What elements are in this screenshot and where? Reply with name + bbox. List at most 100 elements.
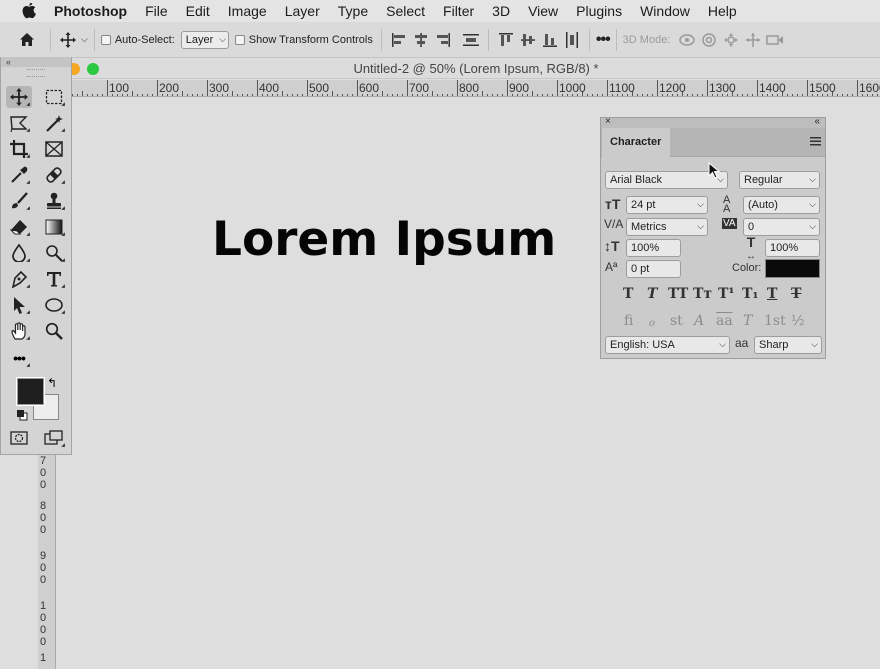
align-center-h-icon[interactable]: [410, 29, 432, 51]
faux-bold-button[interactable]: T: [623, 286, 633, 302]
menu-filter[interactable]: Filter: [434, 0, 483, 22]
healing-brush-tool[interactable]: [41, 164, 67, 186]
text-color-swatch[interactable]: [765, 259, 820, 278]
stylistic-alternates-button[interactable]: aa: [716, 313, 733, 329]
menu-view[interactable]: View: [519, 0, 567, 22]
path-selection-tool[interactable]: [6, 294, 32, 316]
slide-3d-icon[interactable]: [742, 29, 764, 51]
auto-select-dropdown[interactable]: Layer ⌵: [180, 30, 229, 49]
chevron-down-icon[interactable]: ⌵: [81, 34, 88, 45]
faux-italic-button[interactable]: T: [647, 286, 657, 302]
superscript-button[interactable]: T¹: [718, 286, 735, 302]
collapse-panel-icon[interactable]: «: [1, 57, 71, 67]
canvas-text-layer[interactable]: Lorem Ipsum: [212, 212, 556, 267]
leading-field[interactable]: (Auto) ⌵: [743, 196, 820, 214]
character-panel: × « Character Arial Black ⌵ Regular ⌵ ᴛT…: [600, 116, 826, 359]
type-tool[interactable]: [41, 268, 67, 290]
panel-grip[interactable]: [27, 69, 45, 77]
zoom-window-button[interactable]: [87, 63, 99, 75]
swap-colors-icon[interactable]: ↰: [47, 376, 57, 390]
antialias-dropdown[interactable]: Sharp ⌵: [754, 336, 822, 354]
move-tool[interactable]: [6, 86, 32, 108]
menu-window[interactable]: Window: [631, 0, 699, 22]
underline-button[interactable]: T: [767, 286, 777, 302]
titling-alternates-button[interactable]: T: [743, 313, 752, 329]
pan-3d-icon[interactable]: [720, 29, 742, 51]
align-center-v-icon[interactable]: [517, 29, 539, 51]
panel-header[interactable]: × «: [601, 116, 825, 128]
camera-3d-icon[interactable]: [764, 29, 786, 51]
home-icon[interactable]: [16, 29, 38, 51]
horizontal-ruler[interactable]: 100 200 300 400 500 600 700 800 900 1000…: [72, 80, 880, 97]
strikethrough-button[interactable]: T: [791, 286, 801, 302]
old-style-button[interactable]: ℴ: [648, 313, 654, 330]
tracking-icon: VA: [722, 218, 737, 229]
ordinals-button[interactable]: 1st: [764, 313, 786, 329]
clone-stamp-tool[interactable]: [41, 190, 67, 212]
menu-3d[interactable]: 3D: [483, 0, 519, 22]
orbit-3d-icon[interactable]: [676, 29, 698, 51]
language-dropdown[interactable]: English: USA ⌵: [605, 336, 730, 354]
align-top-icon[interactable]: [495, 29, 517, 51]
menu-file[interactable]: File: [136, 0, 177, 22]
discretionary-ligatures-button[interactable]: st: [670, 313, 683, 329]
vertical-scale-field[interactable]: 100%: [626, 239, 681, 257]
hand-tool[interactable]: [6, 320, 32, 342]
edit-toolbar-button[interactable]: •••: [6, 347, 32, 369]
swash-button[interactable]: A: [694, 313, 704, 329]
auto-select-checkbox[interactable]: [100, 34, 111, 45]
zoom-tool[interactable]: [41, 320, 67, 342]
move-tool-preset-icon[interactable]: [57, 29, 79, 51]
quick-mask-button[interactable]: [6, 427, 32, 449]
panel-menu-icon[interactable]: [810, 137, 821, 149]
all-caps-button[interactable]: TT: [668, 286, 688, 302]
align-bottom-icon[interactable]: [539, 29, 561, 51]
tab-character[interactable]: Character: [602, 128, 670, 157]
menu-plugins[interactable]: Plugins: [567, 0, 631, 22]
menu-image[interactable]: Image: [219, 0, 276, 22]
menu-type[interactable]: Type: [329, 0, 377, 22]
small-caps-button[interactable]: Tт: [693, 286, 712, 302]
eyedropper-tool[interactable]: [6, 164, 32, 186]
foreground-color-swatch[interactable]: [16, 377, 45, 406]
baseline-shift-field[interactable]: 0 pt: [626, 260, 681, 278]
menu-help[interactable]: Help: [699, 0, 746, 22]
lasso-tool[interactable]: [6, 112, 32, 134]
font-size-field[interactable]: 24 pt ⌵: [626, 196, 708, 214]
pen-tool[interactable]: [6, 268, 32, 290]
more-options-icon[interactable]: •••: [596, 31, 611, 49]
eraser-tool[interactable]: [6, 216, 32, 238]
vertical-ruler[interactable]: 7 0 0 8 0 0 9 0 0 1 0 0 0 1: [38, 455, 56, 669]
ligatures-button[interactable]: fi: [624, 313, 633, 329]
leading-value: (Auto): [748, 199, 778, 211]
screen-mode-button[interactable]: [41, 427, 67, 449]
crop-tool[interactable]: [6, 138, 32, 160]
dodge-tool[interactable]: [41, 242, 67, 264]
magic-wand-tool[interactable]: [41, 112, 67, 134]
horizontal-scale-field[interactable]: 100%: [765, 239, 820, 257]
kerning-dropdown[interactable]: Metrics ⌵: [626, 218, 708, 236]
roll-3d-icon[interactable]: [698, 29, 720, 51]
distribute-icon[interactable]: [460, 29, 482, 51]
gradient-tool[interactable]: [41, 216, 67, 238]
blur-tool[interactable]: [6, 242, 32, 264]
ellipse-tool[interactable]: [41, 294, 67, 316]
collapse-panel-icon[interactable]: «: [814, 116, 820, 127]
distribute-v-icon[interactable]: [561, 29, 583, 51]
align-left-icon[interactable]: [388, 29, 410, 51]
menu-app-name[interactable]: Photoshop: [45, 0, 136, 22]
apple-menu-icon[interactable]: [18, 3, 40, 19]
brush-tool[interactable]: [6, 190, 32, 212]
align-right-icon[interactable]: [432, 29, 454, 51]
menu-select[interactable]: Select: [377, 0, 434, 22]
frame-tool[interactable]: [41, 138, 67, 160]
show-transform-checkbox[interactable]: [234, 34, 245, 45]
close-icon[interactable]: ×: [605, 116, 611, 127]
marquee-tool[interactable]: [41, 86, 67, 108]
fractions-button[interactable]: ½: [791, 313, 805, 329]
font-style-dropdown[interactable]: Regular ⌵: [739, 171, 820, 189]
menu-edit[interactable]: Edit: [177, 0, 219, 22]
subscript-button[interactable]: T₁: [742, 286, 759, 302]
default-colors-icon[interactable]: [16, 408, 28, 421]
menu-layer[interactable]: Layer: [276, 0, 329, 22]
